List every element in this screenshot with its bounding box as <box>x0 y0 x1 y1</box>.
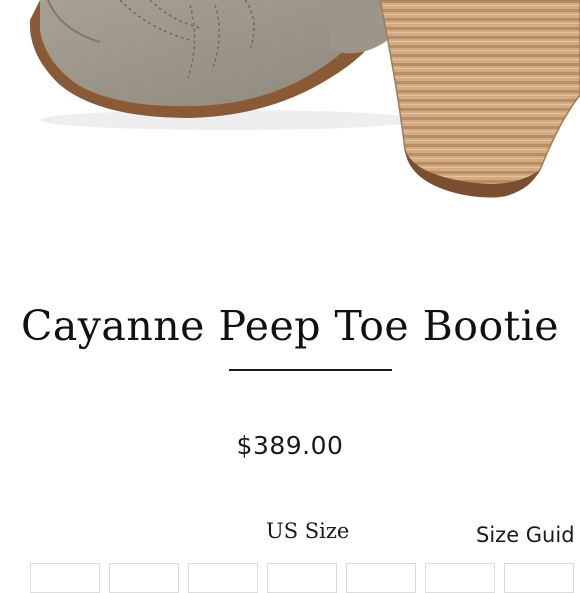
product-title: Cayanne Peep Toe Bootie <box>20 302 560 350</box>
size-label: US Size <box>266 519 350 543</box>
product-price: $389.00 <box>236 431 344 460</box>
size-option[interactable] <box>267 563 337 593</box>
size-options <box>30 563 580 593</box>
size-option[interactable] <box>346 563 416 593</box>
product-image <box>0 0 580 215</box>
size-option[interactable] <box>504 563 574 593</box>
size-option[interactable] <box>188 563 258 593</box>
size-option[interactable] <box>30 563 100 593</box>
size-option[interactable] <box>425 563 495 593</box>
title-underline <box>229 369 392 371</box>
bootie-image-icon <box>29 0 580 198</box>
size-option[interactable] <box>109 563 179 593</box>
size-guide-link[interactable]: Size Guid <box>476 523 575 547</box>
